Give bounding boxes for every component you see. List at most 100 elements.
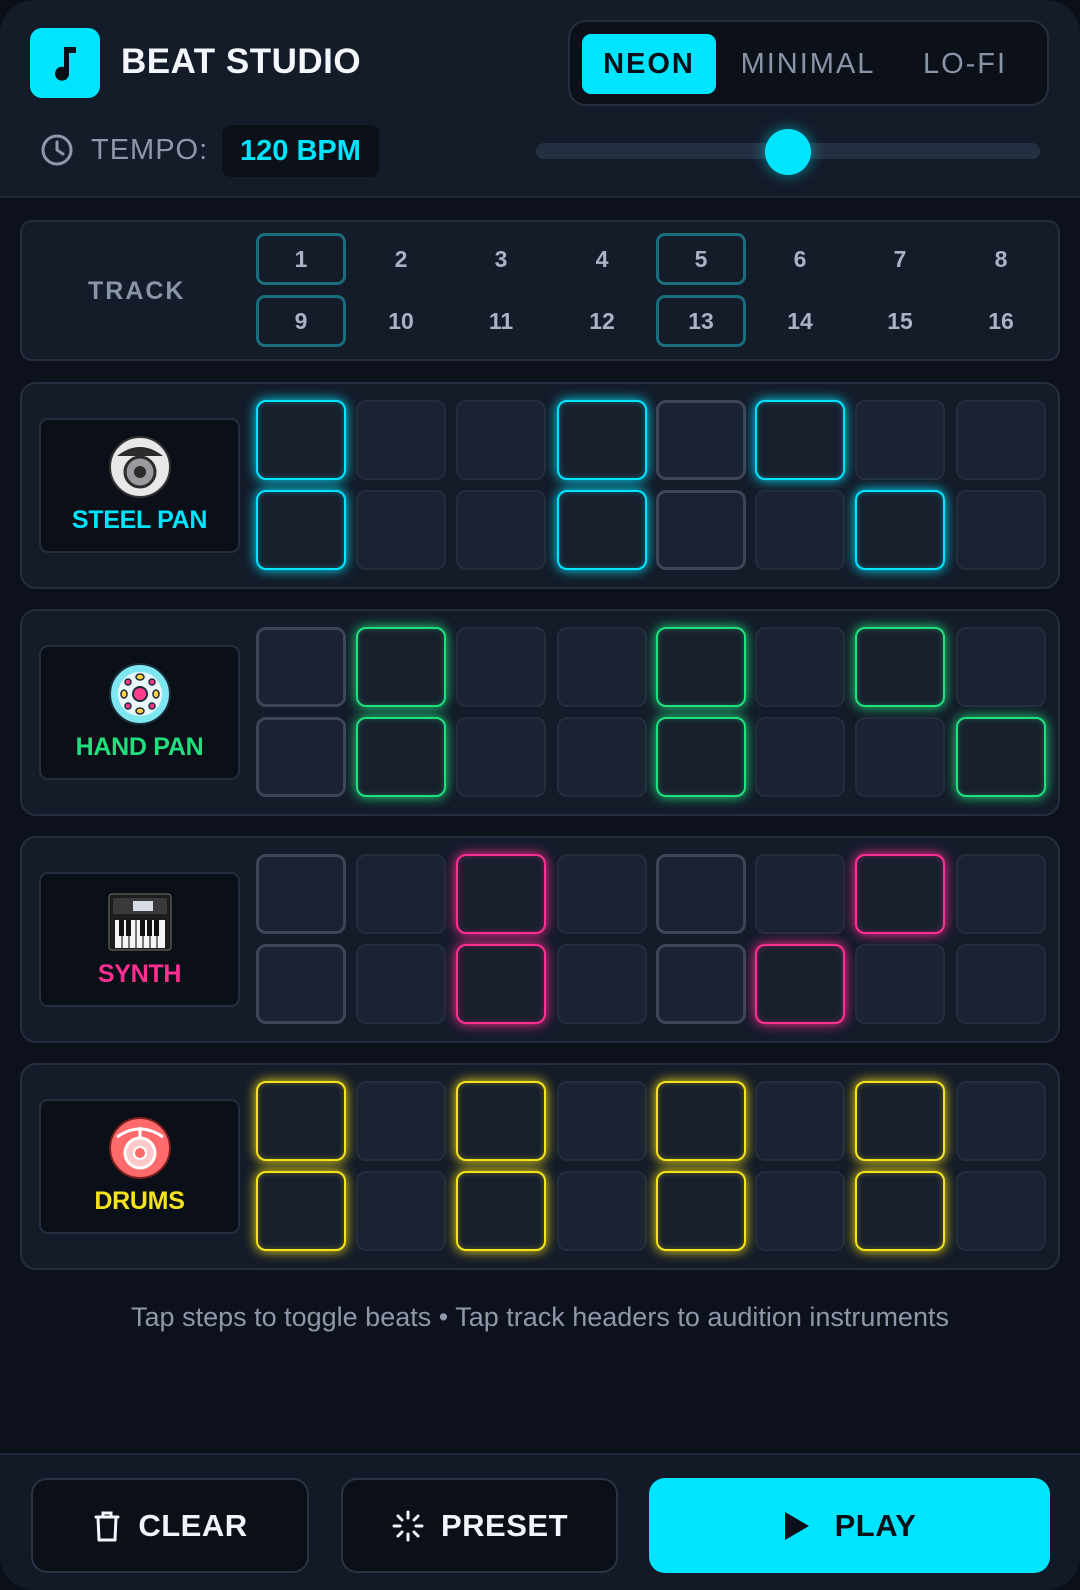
track-name: SYNTH (97, 960, 182, 988)
step-cell[interactable] (855, 1171, 945, 1251)
logo (30, 28, 100, 98)
step-cell[interactable] (456, 627, 546, 707)
step-cell[interactable] (557, 627, 647, 707)
step-cell[interactable] (256, 944, 346, 1024)
hand-pan-icon (107, 661, 173, 727)
step-cell[interactable] (855, 717, 945, 797)
track-steel-pan: STEEL PAN (20, 382, 1060, 589)
step-cell[interactable] (855, 944, 945, 1024)
theme-option-neon[interactable]: NEON (582, 34, 716, 94)
step-cell[interactable] (356, 400, 446, 480)
step-cell[interactable] (256, 1081, 346, 1161)
sparkle-loader-icon (392, 1510, 424, 1541)
step-cell[interactable] (956, 717, 1046, 797)
step-cell[interactable] (557, 1171, 647, 1251)
step-cell[interactable] (456, 1081, 546, 1161)
steel-pan-icon (107, 434, 173, 500)
theme-option-minimal[interactable]: MINIMAL (728, 34, 888, 94)
step-cell[interactable] (656, 944, 746, 1024)
step-cell[interactable] (356, 854, 446, 934)
step-cell[interactable] (456, 944, 546, 1024)
step-number-header: TRACK 1 2 3 4 5 6 7 8 9 10 11 12 13 14 15 16 (20, 220, 1060, 361)
step-number: 10 (388, 308, 414, 334)
clear-button[interactable]: CLEAR (31, 1478, 309, 1573)
step-number: 4 (595, 246, 609, 272)
header: BEAT STUDIO NEON MINIMAL LO-FI TEMPO: 12… (0, 0, 1080, 198)
app-title: BEAT STUDIO (121, 42, 362, 81)
step-cell[interactable] (256, 717, 346, 797)
step-cell[interactable] (557, 717, 647, 797)
step-cell[interactable] (557, 490, 647, 570)
step-cell[interactable] (956, 854, 1046, 934)
step-cell[interactable] (755, 627, 845, 707)
step-cell[interactable] (855, 854, 945, 934)
step-cell[interactable] (656, 1081, 746, 1161)
step-number: 8 (994, 246, 1008, 272)
step-cell[interactable] (956, 400, 1046, 480)
track-header[interactable]: STEEL PAN (39, 418, 240, 553)
step-cell[interactable] (755, 1081, 845, 1161)
step-cell[interactable] (557, 400, 647, 480)
step-cell[interactable] (256, 854, 346, 934)
step-cell[interactable] (557, 854, 647, 934)
step-cell[interactable] (755, 944, 845, 1024)
step-cell[interactable] (356, 717, 446, 797)
step-cell[interactable] (656, 490, 746, 570)
step-cell[interactable] (356, 1171, 446, 1251)
step-cell[interactable] (656, 400, 746, 480)
step-cell[interactable] (456, 854, 546, 934)
trash-icon (94, 1511, 120, 1541)
theme-switcher: NEON MINIMAL LO-FI (568, 20, 1049, 106)
step-cell[interactable] (256, 490, 346, 570)
step-cell[interactable] (356, 627, 446, 707)
step-cell[interactable] (456, 1171, 546, 1251)
step-cell[interactable] (855, 490, 945, 570)
step-cell[interactable] (956, 1081, 1046, 1161)
drum-icon (107, 1115, 173, 1181)
step-cell[interactable] (256, 1171, 346, 1251)
step-number: 16 (988, 308, 1014, 334)
step-cell[interactable] (755, 1171, 845, 1251)
step-cell[interactable] (956, 944, 1046, 1024)
theme-option-lofi[interactable]: LO-FI (900, 34, 1030, 94)
tempo-slider-thumb[interactable] (765, 129, 811, 175)
step-cell[interactable] (456, 400, 546, 480)
track-drums: DRUMS (20, 1063, 1060, 1270)
step-cell[interactable] (356, 944, 446, 1024)
step-number: 11 (488, 308, 514, 334)
step-cell[interactable] (356, 490, 446, 570)
step-cell[interactable] (456, 490, 546, 570)
step-cell[interactable] (656, 717, 746, 797)
step-number: 15 (887, 308, 913, 334)
step-cell[interactable] (256, 627, 346, 707)
step-cell[interactable] (557, 944, 647, 1024)
step-cell[interactable] (956, 627, 1046, 707)
track-header[interactable]: HAND PAN (39, 645, 240, 780)
tempo-value: 120 BPM (222, 125, 379, 177)
play-button-label: PLAY (834, 1507, 917, 1543)
step-cell[interactable] (356, 1081, 446, 1161)
music-note-icon (55, 47, 76, 81)
step-cell[interactable] (755, 400, 845, 480)
step-cell[interactable] (557, 1081, 647, 1161)
play-button[interactable]: PLAY (649, 1478, 1050, 1573)
step-cell[interactable] (855, 627, 945, 707)
tempo-label: TEMPO: (91, 134, 209, 166)
step-cell[interactable] (656, 627, 746, 707)
step-cell[interactable] (956, 490, 1046, 570)
footer-toolbar: CLEAR PRESET PLAY (0, 1453, 1080, 1590)
step-cell[interactable] (656, 854, 746, 934)
preset-button[interactable]: PRESET (341, 1478, 618, 1573)
step-cell[interactable] (855, 1081, 945, 1161)
step-cell[interactable] (256, 400, 346, 480)
track-header[interactable]: SYNTH (39, 872, 240, 1007)
step-cell[interactable] (956, 1171, 1046, 1251)
step-cell[interactable] (656, 1171, 746, 1251)
step-cell[interactable] (755, 854, 845, 934)
step-cell[interactable] (755, 490, 845, 570)
track-header[interactable]: DRUMS (39, 1099, 240, 1234)
step-cell[interactable] (456, 717, 546, 797)
step-number: 1 (256, 233, 346, 285)
step-cell[interactable] (855, 400, 945, 480)
step-cell[interactable] (755, 717, 845, 797)
